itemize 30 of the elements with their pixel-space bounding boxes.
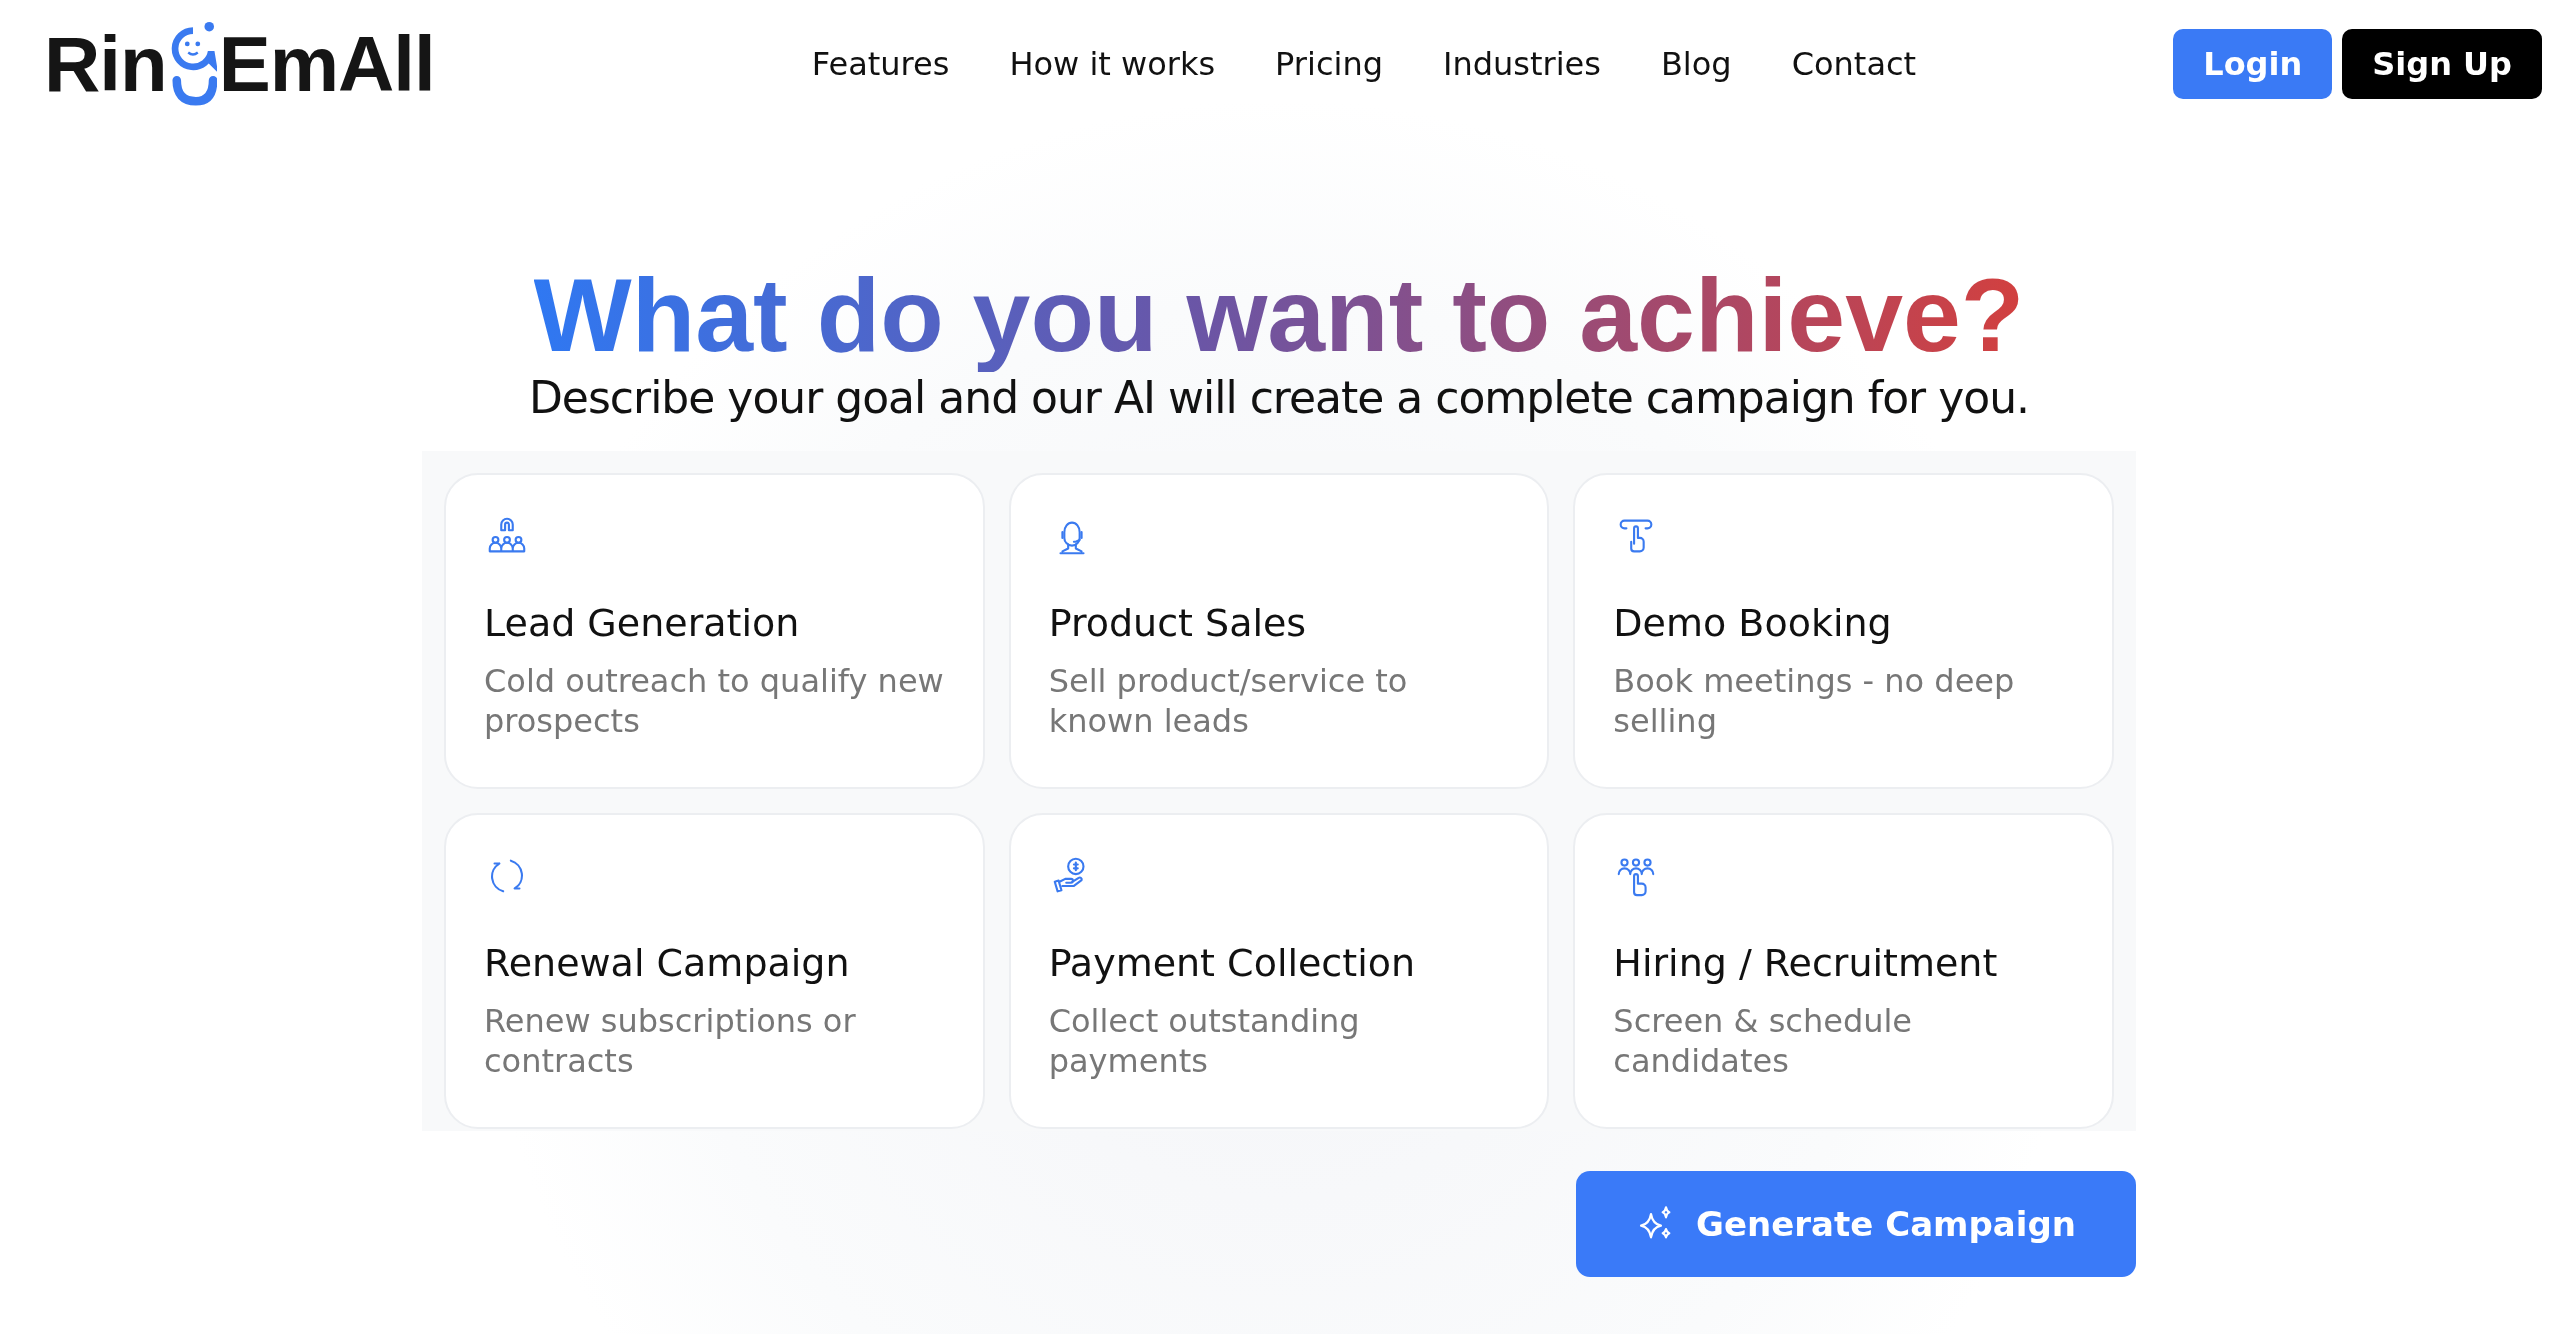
generate-campaign-button[interactable]: Generate Campaign	[1576, 1171, 2136, 1278]
goal-title: Payment Collection	[1048, 941, 1417, 986]
logo-text: EmAll	[218, 18, 435, 110]
login-button[interactable]: Login	[2173, 29, 2333, 99]
page-subtitle: Describe your goal and our AI will create a complete campaign for you.	[528, 372, 2029, 424]
goal-card[interactable]: Demo Booking Book meetings - no deep selling	[1573, 473, 2114, 790]
goal-description: Book meetings - no deep selling	[1613, 661, 2016, 742]
nav-link[interactable]: Blog	[1660, 45, 1732, 83]
goal-card[interactable]: Product Sales Sell product/service to known leads	[1008, 473, 1550, 790]
goal-description: Collect outstanding payments	[1048, 1001, 1361, 1082]
goal-title: Renewal Campaign	[484, 941, 851, 986]
goal-card[interactable]: Payment Collection Collect outstanding payments	[1008, 813, 1550, 1130]
goal-description: Renew subscriptions or contracts	[484, 1001, 857, 1082]
goal-title: Product Sales	[1048, 601, 1308, 646]
signup-button[interactable]: Sign Up	[2342, 29, 2542, 99]
goal-card[interactable]: Hiring / Recruitment Screen & schedule candidates	[1573, 813, 2114, 1130]
goal-title: Demo Booking	[1613, 601, 1893, 646]
goal-description: Screen & schedule candidates	[1613, 1001, 1914, 1082]
nav-link[interactable]: Industries	[1442, 45, 1601, 83]
goal-description: Sell product/service to known leads	[1048, 661, 1409, 742]
goal-card[interactable]: Lead Generation Cold outreach to qualify new prospects	[444, 473, 985, 790]
nav-link[interactable]: Contact	[1791, 45, 1917, 83]
logo-text: Rin	[44, 18, 167, 110]
goal-card[interactable]: Renewal Campaign Renew subscriptions or contracts	[444, 813, 985, 1130]
goal-description: Cold outreach to qualify new prospects	[484, 661, 945, 742]
nav-link[interactable]: Pricing	[1275, 45, 1383, 83]
goal-title: Lead Generation	[484, 601, 801, 646]
nav-link[interactable]: Features	[811, 45, 950, 83]
nav-link[interactable]: How it works	[1009, 45, 1216, 83]
goal-title: Hiring / Recruitment	[1613, 941, 1999, 986]
